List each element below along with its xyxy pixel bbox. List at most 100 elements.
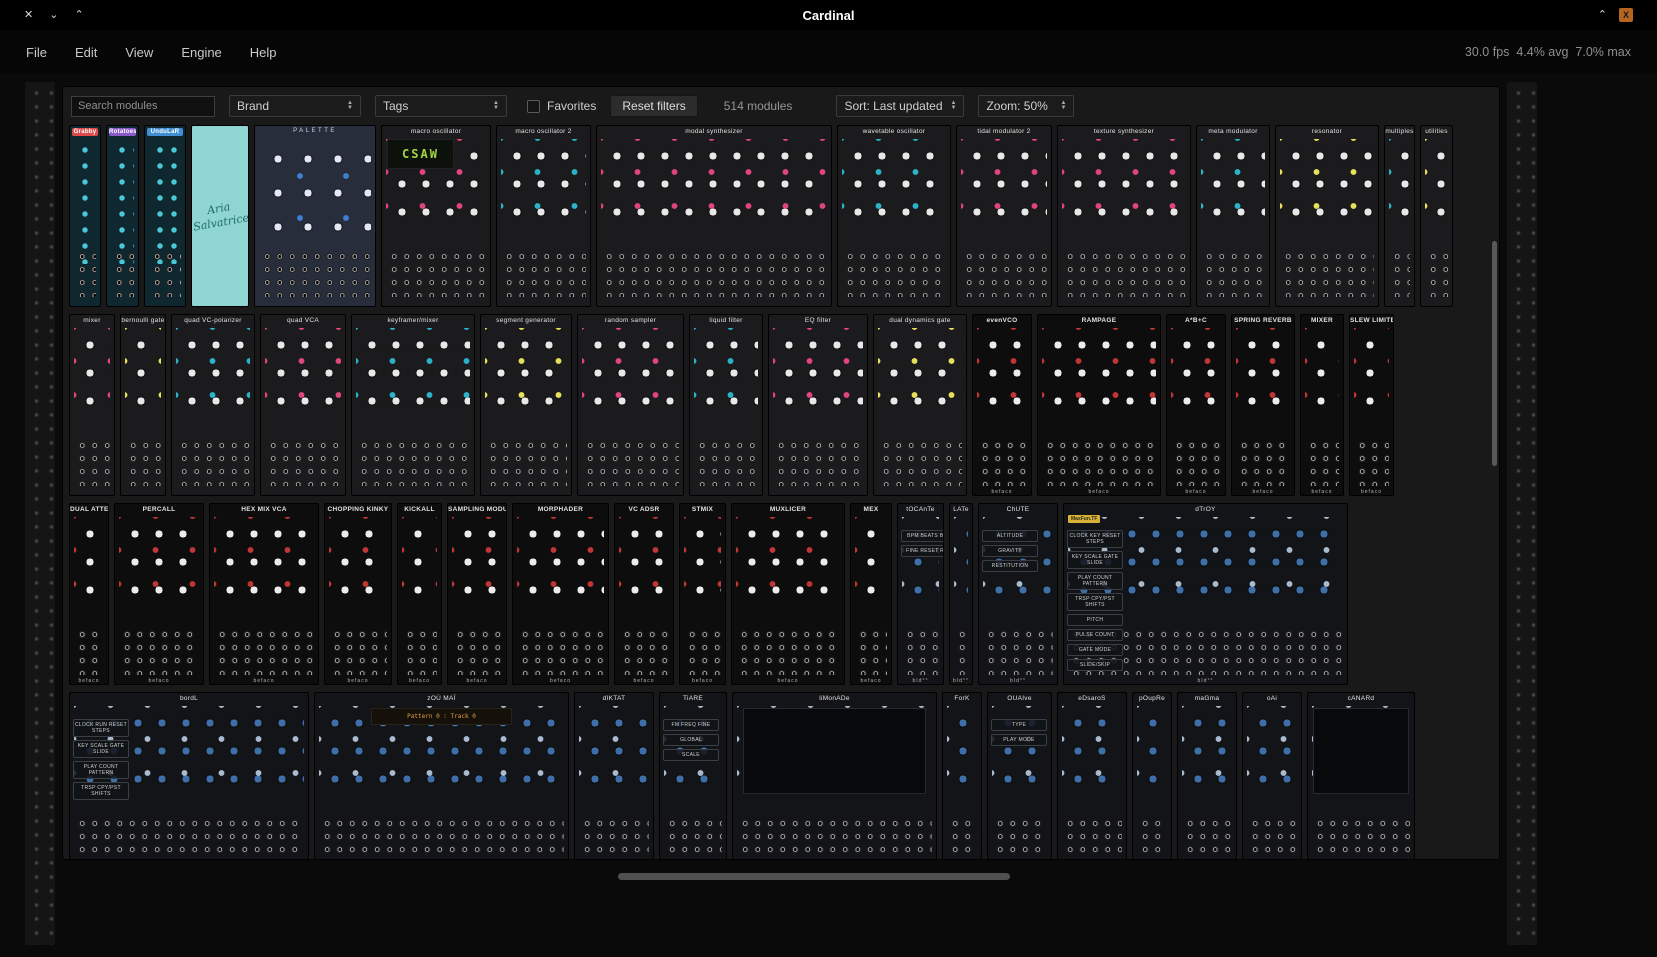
module-fork[interactable]: ForKbId°° [942,692,982,860]
jacks-decoration [386,248,486,297]
module-title: zOÙ MAÏ [315,693,568,702]
jacks-decoration [1280,248,1374,297]
module-limonade[interactable]: liMonADebId°° [732,692,937,860]
spinner-arrows-icon: ▲▼ [1061,101,1067,111]
module-diktat[interactable]: dIKTATbId°° [574,692,654,860]
module-dtroy[interactable]: dTrOYMaxFun.TFCLOCK KEY RESET STEPSKEY S… [1063,503,1348,685]
module-mex[interactable]: MEXbefaco [850,503,892,685]
module-kickall[interactable]: KICKALLbefaco [397,503,442,685]
zoom-select[interactable]: Zoom: 50% ▲▼ [978,95,1074,117]
module-muxlicer[interactable]: MUXLICERbefaco [731,503,845,685]
module-spring-reverb[interactable]: SPRING REVERBbefaco [1231,314,1295,496]
module-sampling-modulator[interactable]: SAMPLING MODULATORbefaco [447,503,507,685]
module-undular[interactable]: UnduLaR [144,125,186,307]
module-edsaros[interactable]: eDsaroSbId°° [1057,692,1127,860]
module-vc-adsr[interactable]: VC ADSRbefaco [614,503,674,685]
module-utilities[interactable]: utilities [1420,125,1453,307]
module-aria-salvatrice[interactable]: Aria SalvatriceAria Salvatrice [191,125,249,307]
module-dual-dynamics-gate[interactable]: dual dynamics gate [873,314,967,496]
module-grabby[interactable]: Grabby [69,125,101,307]
module-title: eDsaroS [1058,693,1126,702]
module-chopping-kinky[interactable]: CHOPPING KINKYbefaco [324,503,392,685]
module-percall[interactable]: PERCALLbefaco [114,503,204,685]
module-canard[interactable]: cANARdbId°° [1307,692,1415,860]
module-browser: Brand ▲▼ Tags ▲▼ Favorites Reset filters… [62,86,1500,860]
x11-icon[interactable]: X [1619,8,1633,22]
module-keyframer-mixer[interactable]: keyframer/mixer [351,314,475,496]
module-palette[interactable]: PALETTE [254,125,376,307]
module-ouaive[interactable]: OUAIveTYPEPLAY MODEbId°° [987,692,1052,860]
menu-help[interactable]: Help [250,45,277,60]
jacks-decoration [485,437,567,486]
menu-edit[interactable]: Edit [75,45,97,60]
module-stmix[interactable]: STMIXbefaco [679,503,726,685]
module-quad-vc-polarizer[interactable]: quad VC-polarizer [171,314,255,496]
module-title: RAMPAGE [1038,315,1160,324]
favorites-checkbox[interactable] [527,100,540,113]
knobs-decoration [619,517,669,611]
module-tiare[interactable]: TiAREFM FREQ FINEGLOBALSCALEbId°° [659,692,727,860]
browser-vertical-scrollbar[interactable] [1492,241,1497,466]
module-slew-limiter[interactable]: SLEW LIMITERbefaco [1349,314,1394,496]
brand-select-value: Brand [237,99,269,113]
cardinal-window: ✕⌄⌃ Cardinal ⌃X FileEditViewEngineHelp 3… [0,0,1657,957]
module-modal-synthesizer[interactable]: modal synthesizer [596,125,832,307]
module-macro-oscillator[interactable]: macro oscillatorCSAW [381,125,491,307]
module-rotatoes[interactable]: Rotatoes [106,125,139,307]
module-hex-mix-vca[interactable]: HEX MIX VCAbefaco [209,503,319,685]
menu-engine[interactable]: Engine [181,45,221,60]
module-magma[interactable]: maGmabId°° [1177,692,1237,860]
module-meta-modulator[interactable]: meta modulator [1196,125,1270,307]
module-zo-ma[interactable]: zOÙ MAÏPattern 0 : Track 0bId°° [314,692,569,860]
maximize-icon[interactable]: ⌃ [74,8,83,22]
module-texture-synthesizer[interactable]: texture synthesizer [1057,125,1191,307]
module-mixer[interactable]: mixer [69,314,115,496]
module-late[interactable]: LATebId°° [949,503,973,685]
knobs-decoration [694,328,758,422]
jacks-decoration [1305,437,1339,486]
menu-view[interactable]: View [125,45,153,60]
knobs-decoration [1201,139,1265,233]
module-title: VC ADSR [615,504,673,513]
knobs-decoration [1062,706,1122,800]
module-tocante[interactable]: tOCAnTeBPM BEATS BARFINE RESET RUNbId°° [897,503,944,685]
module-eq-filter[interactable]: EQ filter [768,314,868,496]
module-resonator[interactable]: resonator [1275,125,1379,307]
rack-horizontal-scrollbar[interactable] [618,873,1010,880]
knobs-decoration [1354,328,1389,422]
sort-select[interactable]: Sort: Last updated ▲▼ [836,95,964,117]
module-grid: GrabbyRotatoesUnduLaRAria SalvatriceAria… [63,125,1499,860]
module-mixer[interactable]: MIXERbefaco [1300,314,1344,496]
titlebar-left-controls: ✕ ⌄ ⌃ [0,8,84,22]
module-a-b-c[interactable]: A*B+Cbefaco [1166,314,1226,496]
module-oai[interactable]: oAibId°° [1242,692,1302,860]
jacks-decoration [992,815,1047,860]
tags-select[interactable]: Tags ▲▼ [375,95,507,117]
module-evenvco[interactable]: evenVCObefaco [972,314,1032,496]
close-icon[interactable]: ✕ [24,8,33,22]
jacks-decoration [356,437,470,486]
module-morphader[interactable]: MORPHADERbefaco [512,503,609,685]
module-quad-vca[interactable]: quad VCA [260,314,346,496]
pin-window-icon[interactable]: ⌃ [1598,8,1607,22]
module-dual-attenuverter[interactable]: DUAL ATTENUVERTERbefaco [69,503,109,685]
module-bordl[interactable]: bordLCLOCK RUN RESET STEPSKEY SCALE GATE… [69,692,309,860]
module-multiples[interactable]: multiples [1384,125,1415,307]
search-input[interactable] [71,96,215,117]
menu-file[interactable]: File [26,45,47,60]
brand-select[interactable]: Brand ▲▼ [229,95,361,117]
knobs-decoration [983,517,1053,611]
module-liquid-filter[interactable]: liquid filter [689,314,763,496]
reset-filters-button[interactable]: Reset filters [610,95,697,117]
module-poupre[interactable]: pOupRebId°° [1132,692,1172,860]
module-random-sampler[interactable]: random sampler [577,314,684,496]
module-macro-oscillator-2[interactable]: macro oscillator 2 [496,125,591,307]
module-wavetable-oscillator[interactable]: wavetable oscillator [837,125,951,307]
module-tidal-modulator-2[interactable]: tidal modulator 2 [956,125,1052,307]
module-segment-generator[interactable]: segment generator [480,314,572,496]
module-chute[interactable]: ChUTEALTITUDEGRAVITYRESTITUTIONbId°° [978,503,1058,685]
minimize-icon[interactable]: ⌄ [49,8,58,22]
module-title: CHOPPING KINKY [325,504,391,513]
module-rampage[interactable]: RAMPAGEbefaco [1037,314,1161,496]
module-bernoulli-gate[interactable]: bernoulli gate [120,314,166,496]
